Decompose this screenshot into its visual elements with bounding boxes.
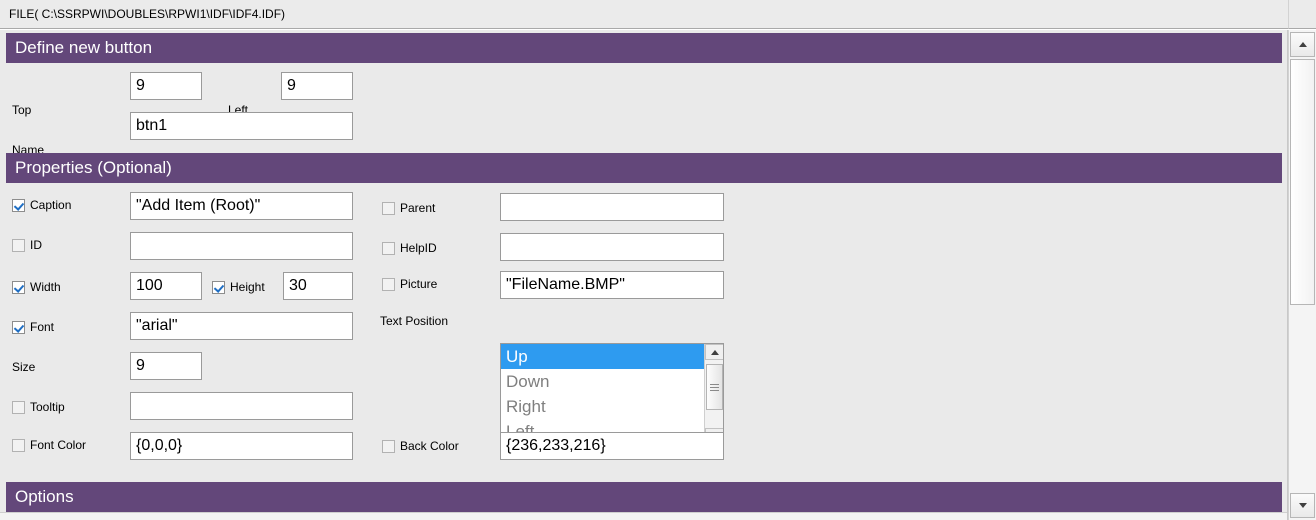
height-checkbox[interactable] (212, 280, 225, 294)
section-header-define-new-button: Define new button (6, 33, 1282, 63)
caption-input[interactable]: "Add Item (Root)" (130, 192, 353, 220)
list-item[interactable]: Right (501, 394, 704, 419)
text-position-listbox[interactable]: Up Down Right Left (500, 343, 724, 445)
scrollbar-corner (1288, 0, 1316, 29)
picture-checkbox-row[interactable]: Picture (382, 277, 437, 291)
size-label: Size (12, 360, 36, 374)
help-id-checkbox[interactable] (382, 241, 395, 255)
top-input[interactable]: 9 (130, 72, 202, 100)
width-checkbox-row[interactable]: Width (12, 280, 61, 294)
picture-label: Picture (400, 277, 438, 291)
help-id-input[interactable] (500, 233, 724, 261)
height-label: Height (230, 280, 265, 294)
help-id-label: HelpID (400, 241, 437, 255)
font-checkbox-row[interactable]: Font (12, 320, 54, 334)
section-header-properties: Properties (Optional) (6, 153, 1282, 183)
page-scroll-thumb[interactable] (1290, 59, 1315, 305)
id-checkbox-row[interactable]: ID (12, 238, 42, 252)
tooltip-label: Tooltip (30, 400, 65, 414)
tooltip-checkbox[interactable] (12, 400, 25, 414)
file-path-text: FILE( C:\SSRPWI\DOUBLES\RPWI1\IDF\IDF4.I… (9, 7, 286, 21)
tooltip-checkbox-row[interactable]: Tooltip (12, 400, 65, 414)
picture-checkbox[interactable] (382, 277, 395, 291)
id-checkbox[interactable] (12, 238, 25, 252)
form-panel: Define new button Top 9 Left 9 Name btn1… (0, 30, 1288, 520)
button-definition-window: FILE( C:\SSRPWI\DOUBLES\RPWI1\IDF\IDF4.I… (0, 0, 1316, 520)
caption-checkbox[interactable] (12, 198, 25, 212)
text-position-options: Up Down Right Left (501, 344, 704, 444)
font-color-label: Font Color (30, 438, 87, 452)
name-input[interactable]: btn1 (130, 112, 353, 140)
list-item[interactable]: Up (501, 344, 704, 369)
panel-bottom-strip (0, 512, 1287, 520)
help-id-checkbox-row[interactable]: HelpID (382, 241, 437, 255)
caption-label: Caption (30, 198, 72, 212)
width-label: Width (30, 280, 61, 294)
font-color-checkbox[interactable] (12, 438, 25, 452)
font-label: Font (30, 320, 55, 334)
parent-input[interactable] (500, 193, 724, 221)
id-input[interactable] (130, 232, 353, 260)
tooltip-input[interactable] (130, 392, 353, 420)
page-scroll-down-arrow-icon[interactable] (1290, 493, 1315, 518)
left-input[interactable]: 9 (281, 72, 353, 100)
font-color-input[interactable]: {0,0,0} (130, 432, 353, 460)
text-position-label: Text Position (380, 314, 449, 328)
height-input[interactable]: 30 (283, 272, 353, 300)
back-color-checkbox[interactable] (382, 439, 395, 453)
font-color-checkbox-row[interactable]: Font Color (12, 438, 86, 452)
section-header-options: Options (6, 482, 1282, 512)
back-color-label: Back Color (400, 439, 459, 453)
list-item[interactable]: Down (501, 369, 704, 394)
grip-icon (710, 382, 719, 393)
font-input[interactable]: "arial" (130, 312, 353, 340)
listbox-scrollbar[interactable] (704, 344, 723, 444)
width-input[interactable]: 100 (130, 272, 202, 300)
height-checkbox-row[interactable]: Height (212, 280, 265, 294)
parent-label: Parent (400, 201, 436, 215)
font-checkbox[interactable] (12, 320, 25, 334)
page-scrollbar[interactable] (1288, 30, 1316, 520)
section-title-options: Options (15, 487, 74, 506)
listbox-scroll-thumb[interactable] (706, 364, 723, 410)
file-path-bar: FILE( C:\SSRPWI\DOUBLES\RPWI1\IDF\IDF4.I… (0, 0, 1316, 29)
scroll-up-arrow-icon[interactable] (705, 344, 723, 360)
parent-checkbox-row[interactable]: Parent (382, 201, 435, 215)
page-scroll-up-arrow-icon[interactable] (1290, 32, 1315, 57)
back-color-input[interactable]: {236,233,216} (500, 432, 724, 460)
label-top: Top (12, 103, 32, 117)
parent-checkbox[interactable] (382, 201, 395, 215)
back-color-checkbox-row[interactable]: Back Color (382, 439, 459, 453)
picture-input[interactable]: "FileName.BMP" (500, 271, 724, 299)
width-checkbox[interactable] (12, 280, 25, 294)
size-input[interactable]: 9 (130, 352, 202, 380)
section-title-define: Define new button (15, 38, 153, 57)
id-label: ID (30, 238, 42, 252)
caption-checkbox-row[interactable]: Caption (12, 198, 71, 212)
section-title-properties: Properties (Optional) (15, 158, 172, 177)
